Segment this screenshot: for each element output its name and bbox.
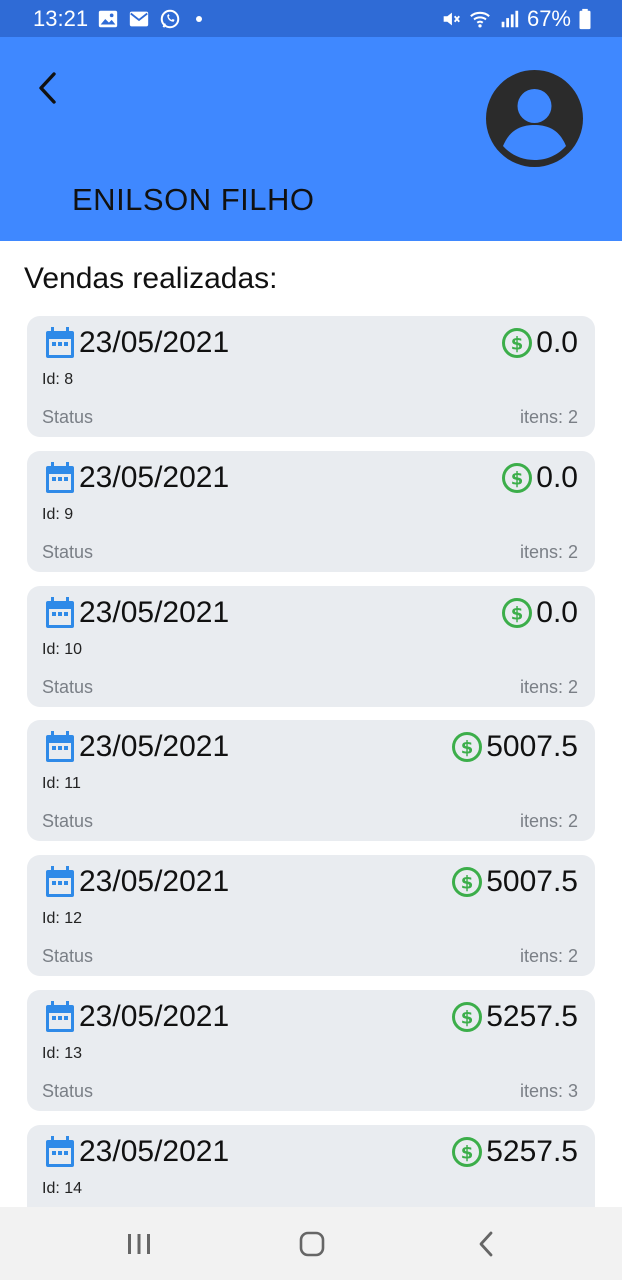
user-name: ENILSON FILHO [72,182,315,217]
signal-icon [498,8,520,30]
sale-amount: 0.0 [536,461,578,494]
sale-status: Status [42,1081,94,1101]
status-bar: 13:21 67% [0,0,622,37]
sale-id: Id: 13 [42,1045,83,1062]
svg-text:$: $ [511,604,524,625]
sale-amount-group: $ 5007.5 [451,865,578,899]
sale-status: Status [42,811,94,831]
system-back-button[interactable] [466,1227,506,1261]
sale-date: 23/05/2021 [79,865,230,898]
status-right: 67% [440,6,592,32]
calendar-icon [46,1136,74,1167]
status-left: 13:21 [33,5,203,32]
sale-amount-group: $ 5007.5 [451,730,578,764]
wifi-icon [469,8,491,30]
notification-dot [196,15,203,22]
sale-amount: 5257.5 [486,1135,578,1168]
calendar-icon [46,327,74,358]
money-icon: $ [452,732,483,762]
calendar-icon [46,597,74,628]
whatsapp-icon [159,8,181,30]
sale-date: 23/05/2021 [79,1135,230,1168]
sale-items-count: itens: 2 [519,811,578,831]
sale-status: Status [42,407,94,427]
sale-amount: 0.0 [536,596,578,629]
sale-card[interactable]: 23/05/2021 $ 5257.5 Id: 13 Status itens:… [27,990,595,1111]
sale-amount-group: $ 0.0 [501,596,578,630]
svg-text:$: $ [461,1143,474,1164]
money-icon: $ [452,1002,483,1032]
sale-items-count: itens: 2 [519,542,578,562]
sale-amount: 5257.5 [486,1000,578,1033]
back-icon [479,1231,493,1257]
sale-card[interactable]: 23/05/2021 $ 0.0 Id: 10 Status itens: 2 [27,586,595,707]
sale-items-count: itens: 2 [519,946,578,966]
sale-card[interactable]: 23/05/2021 $ 0.0 Id: 9 Status itens: 2 [27,451,595,572]
section-title: Vendas realizadas: [24,262,278,295]
home-icon [299,1231,325,1257]
recent-apps-button[interactable] [119,1227,159,1261]
chevron-left-icon [39,72,56,104]
avatar[interactable] [486,70,583,167]
svg-text:$: $ [461,1008,474,1029]
back-button[interactable] [30,71,64,105]
sale-amount-group: $ 5257.5 [451,1000,578,1034]
sale-date: 23/05/2021 [79,596,230,629]
svg-text:$: $ [511,469,524,490]
sale-date: 23/05/2021 [79,730,230,763]
sale-items-count: itens: 2 [519,677,578,697]
sale-id: Id: 8 [42,371,74,388]
svg-text:$: $ [461,738,474,759]
svg-text:$: $ [461,873,474,894]
sale-amount-group: $ 5257.5 [451,1135,578,1169]
home-button[interactable] [292,1227,332,1261]
image-icon [97,8,119,30]
sale-amount-group: $ 0.0 [501,326,578,360]
sale-card[interactable]: 23/05/2021 $ 5007.5 Id: 11 Status itens:… [27,720,595,841]
sale-date: 23/05/2021 [79,1000,230,1033]
sale-items-count: itens: 2 [519,407,578,427]
money-icon: $ [452,867,483,897]
sale-amount-group: $ 0.0 [501,461,578,495]
sale-id: Id: 12 [42,910,83,927]
battery-icon [578,8,592,30]
sale-status: Status [42,677,94,697]
recent-apps-icon [128,1234,150,1254]
sale-status: Status [42,542,94,562]
sale-date: 23/05/2021 [79,461,230,494]
calendar-icon [46,462,74,493]
calendar-icon [46,1001,74,1032]
sale-id: Id: 9 [42,506,74,523]
profile-header: ENILSON FILHO [0,37,622,241]
money-icon: $ [502,328,533,358]
svg-text:$: $ [511,334,524,355]
status-time: 13:21 [33,5,89,31]
money-icon: $ [452,1137,483,1167]
sale-status: Status [42,946,94,966]
sale-amount: 0.0 [536,326,578,359]
sale-card[interactable]: 23/05/2021 $ 5007.5 Id: 12 Status itens:… [27,855,595,976]
sale-card[interactable]: 23/05/2021 $ 0.0 Id: 8 Status itens: 2 [27,316,595,437]
email-icon [128,8,150,30]
calendar-icon [46,866,74,897]
sale-id: Id: 10 [42,641,83,658]
sale-amount: 5007.5 [486,730,578,763]
sale-id: Id: 11 [42,775,81,792]
calendar-icon [46,731,74,762]
sale-amount: 5007.5 [486,865,578,898]
money-icon: $ [502,463,533,493]
sale-date: 23/05/2021 [79,326,230,359]
user-avatar-icon [486,70,583,167]
battery-percent: 67% [526,5,571,31]
sale-id: Id: 14 [42,1180,83,1197]
mute-icon [440,8,462,30]
system-nav-bar [0,1207,622,1280]
money-icon: $ [502,598,533,628]
sale-items-count: itens: 3 [519,1081,578,1101]
